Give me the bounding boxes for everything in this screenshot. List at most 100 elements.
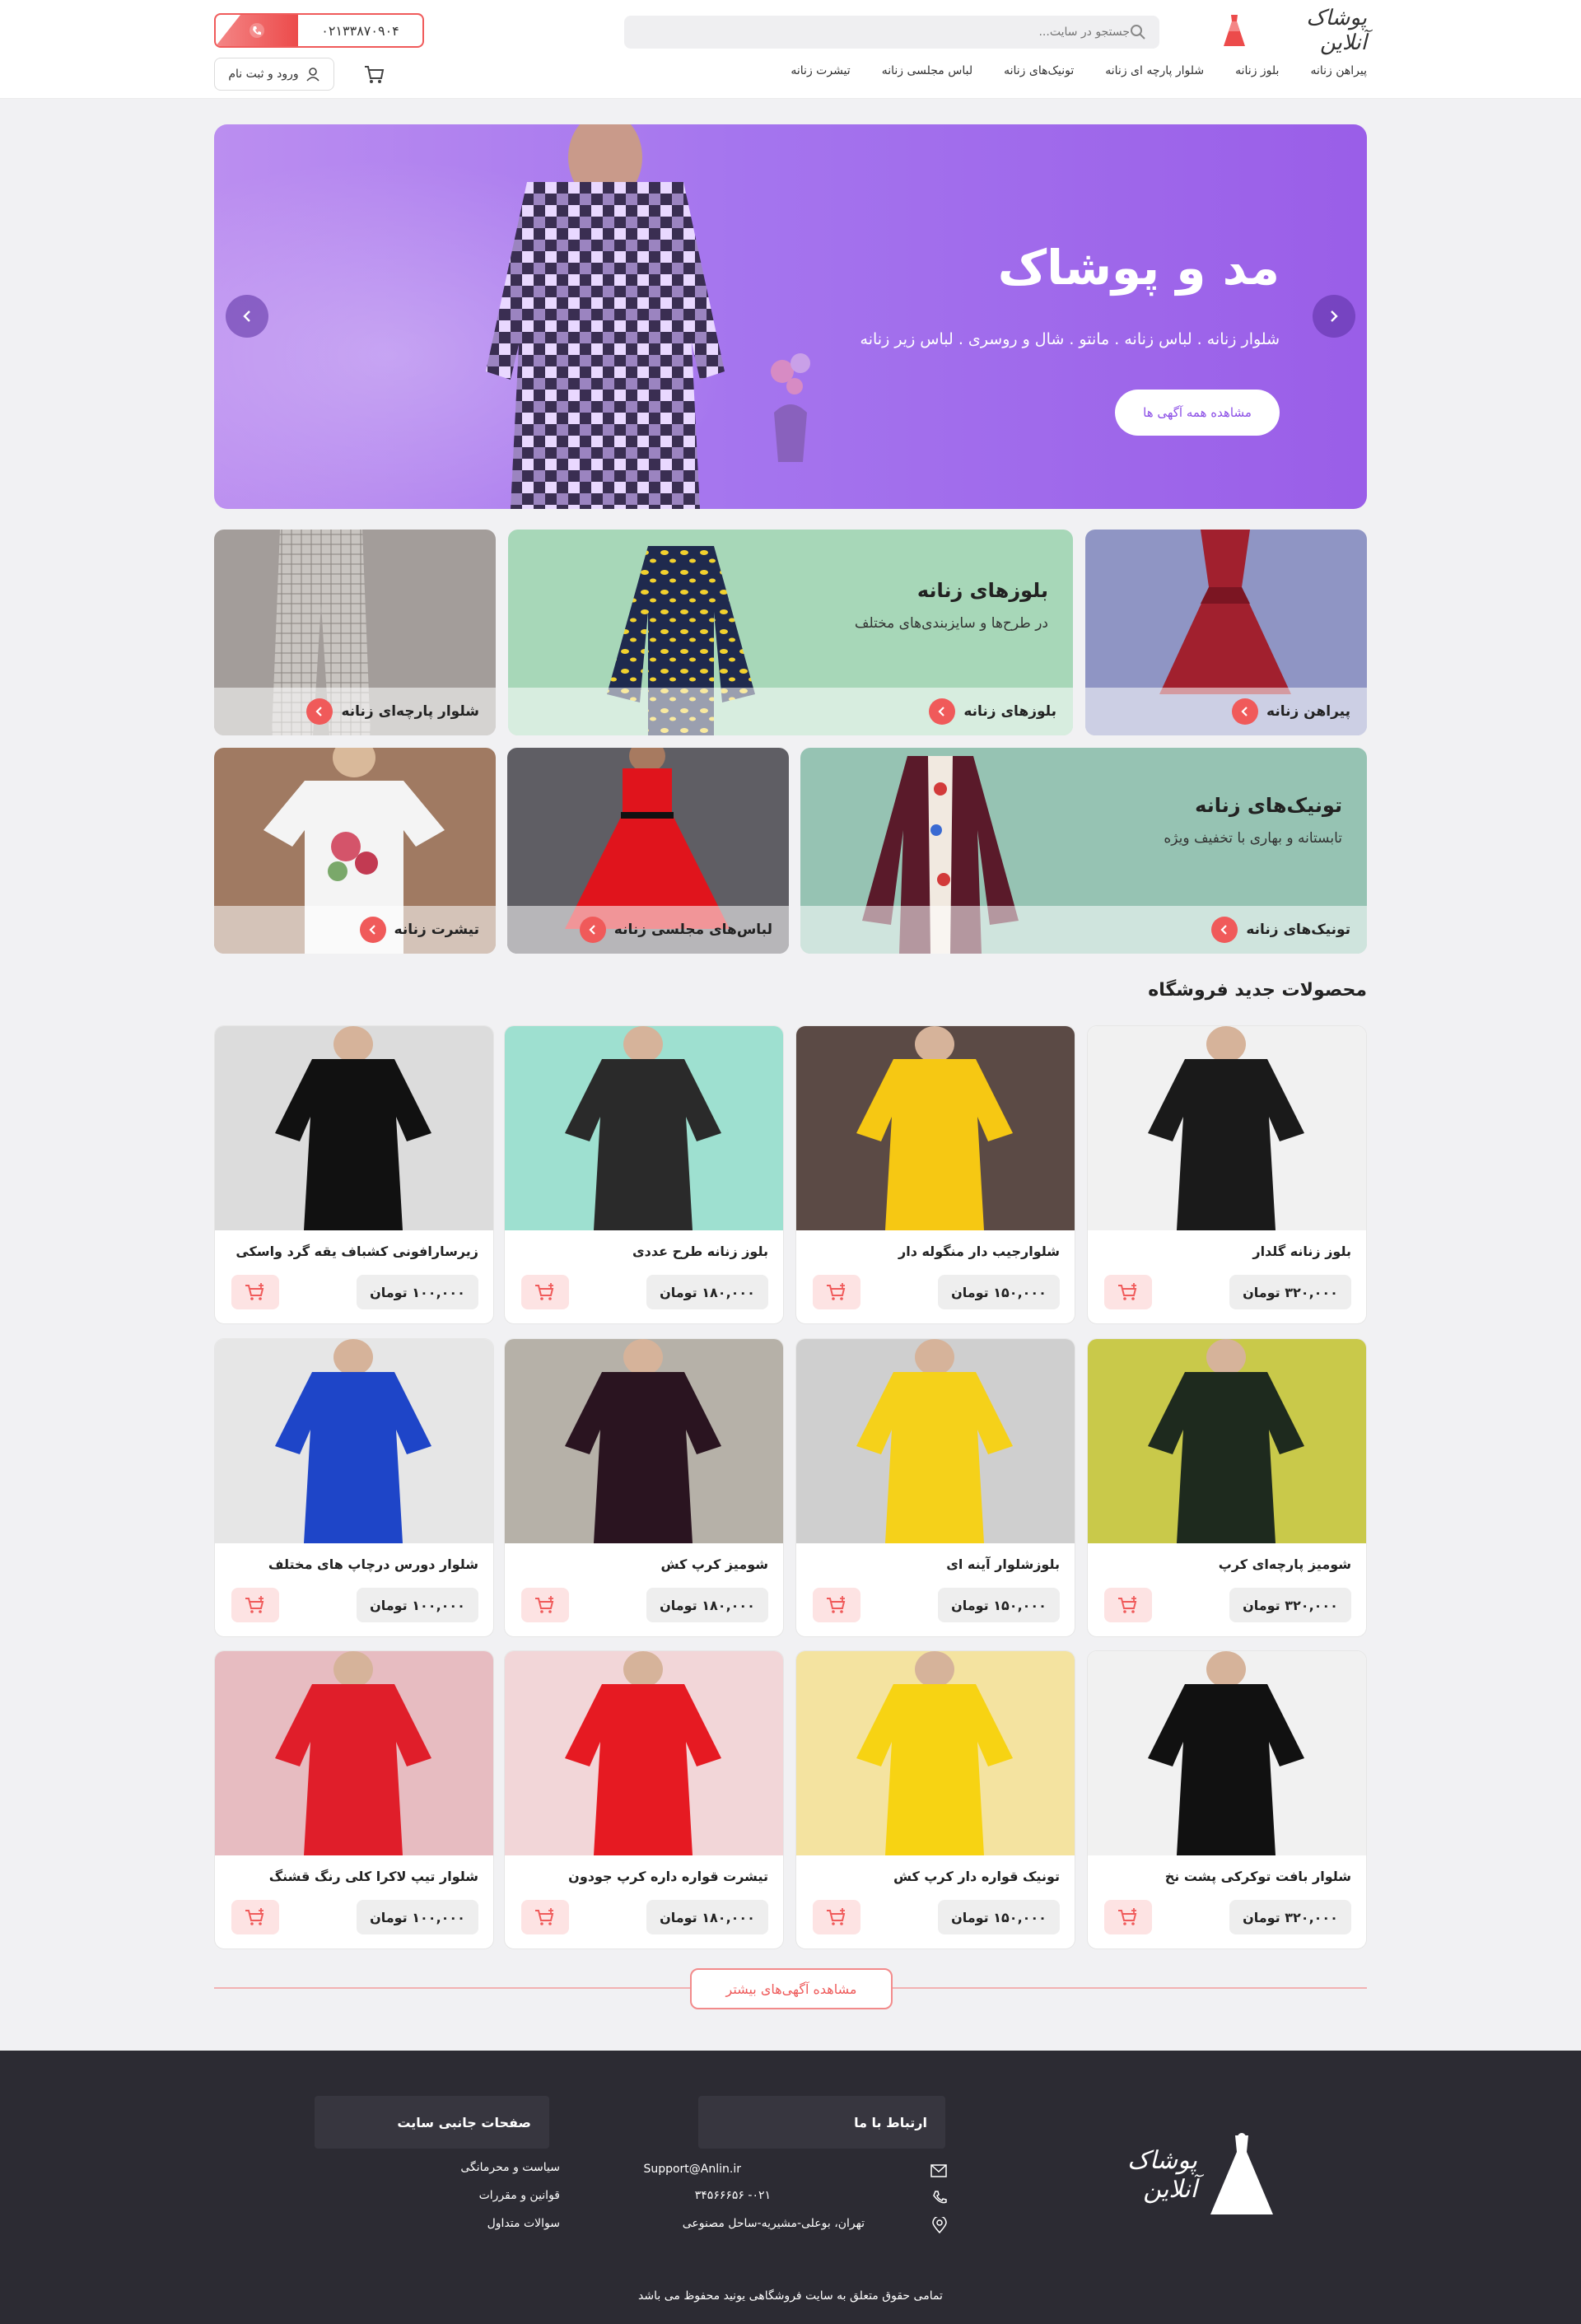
product-image[interactable]: [505, 1339, 783, 1543]
product-name[interactable]: شلوار دورس درچاپ های مختلف: [268, 1556, 478, 1572]
add-to-cart-button[interactable]: [813, 1275, 860, 1309]
category-bar: پیراهن زنانه: [1085, 688, 1367, 735]
add-to-cart-button[interactable]: [813, 1588, 860, 1622]
product-name[interactable]: شومیز کرپ کش: [660, 1556, 768, 1572]
dress-logo-icon: [1220, 13, 1248, 48]
nav-item-tunic[interactable]: تونیک‌های زنانه: [1004, 64, 1074, 77]
product-card[interactable]: زیرسارافونی کشباف یقه گرد واسکی ۱۰۰,۰۰۰ ت…: [214, 1025, 494, 1324]
add-to-cart-button[interactable]: [1104, 1275, 1152, 1309]
search-icon[interactable]: [1130, 24, 1146, 40]
product-name[interactable]: شومیز پارچه‌ای کرپ: [1219, 1556, 1351, 1572]
site-logo[interactable]: پوشاک آنلاین: [1220, 6, 1367, 55]
category-tile-party[interactable]: لباس‌های مجلسی زنانه: [507, 748, 789, 954]
product-name[interactable]: بلوز زنانه گلدار: [1252, 1244, 1351, 1259]
chevron-right-icon: [1326, 308, 1342, 324]
category-tile-blouse[interactable]: بلوزهای زنانه در طرح‌ها و سایزبندی‌های م…: [508, 530, 1073, 735]
product-name[interactable]: زیرسارافونی کشباف یقه گرد واسکی: [236, 1244, 478, 1259]
category-label: شلوار پارچه‌ای زنانه: [341, 703, 479, 720]
product-card[interactable]: شلوار تیپ لاکرا کلی رنگ قشنگ ۱۰۰,۰۰۰ توما…: [214, 1650, 494, 1949]
product-name[interactable]: تیشرت قواره داره کرپ جودون: [568, 1869, 768, 1884]
add-to-cart-button[interactable]: [231, 1900, 279, 1934]
footer-logo[interactable]: پوشاک آنلاین: [1087, 2130, 1276, 2220]
add-to-cart-button[interactable]: [521, 1275, 569, 1309]
cart-add-icon: [245, 1596, 266, 1614]
product-card[interactable]: تیشرت قواره داره کرپ جودون ۱۸۰,۰۰۰ تومان: [504, 1650, 784, 1949]
more-ads-button[interactable]: مشاهده آگهی‌های بیشتر: [690, 1968, 893, 2009]
product-name[interactable]: تونیک قواره دار کرپ کش: [893, 1869, 1060, 1884]
hero-model-image: [453, 124, 749, 509]
product-name[interactable]: شلوار بافت توکرکی پشت نخ: [1165, 1869, 1351, 1884]
footer-link-terms[interactable]: قوانین و مقررات: [479, 2189, 560, 2202]
cart-add-icon: [534, 1596, 556, 1614]
user-icon: [305, 67, 320, 82]
product-image[interactable]: [796, 1339, 1075, 1543]
contact-address-icon: [932, 2217, 947, 2233]
product-card[interactable]: شلوارجیب دار منگوله دار ۱۵۰,۰۰۰ تومان: [795, 1025, 1075, 1324]
product-card[interactable]: بلوز زنانه گلدار ۳۲۰,۰۰۰ تومان: [1087, 1025, 1367, 1324]
product-card[interactable]: شلوار بافت توکرکی پشت نخ ۳۲۰,۰۰۰ تومان: [1087, 1650, 1367, 1949]
product-name[interactable]: شلوارجیب دار منگوله دار: [898, 1244, 1060, 1259]
nav-item-pants[interactable]: شلوار پارچه ای زنانه: [1105, 64, 1204, 77]
product-card[interactable]: بلوز زنانه طرح عددی ۱۸۰,۰۰۰ تومان: [504, 1025, 784, 1324]
hero-subtitle: شلوار زنانه . لباس زنانه . مانتو . شال و…: [860, 330, 1280, 348]
product-card[interactable]: شومیز پارچه‌ای کرپ ۳۲۰,۰۰۰ تومان: [1087, 1338, 1367, 1637]
add-to-cart-button[interactable]: [521, 1900, 569, 1934]
add-to-cart-button[interactable]: [521, 1588, 569, 1622]
nav-item-party[interactable]: لباس مجلسی زنانه: [882, 64, 972, 77]
add-to-cart-button[interactable]: [231, 1588, 279, 1622]
category-tile-tunic[interactable]: تونیک‌های زنانه تابستانه و بهاری با تخفی…: [800, 748, 1367, 954]
hero-cta-button[interactable]: مشاهده همه آگهی ها: [1115, 390, 1280, 436]
product-price: ۱۰۰,۰۰۰ تومان: [357, 1900, 478, 1934]
product-price: ۳۲۰,۰۰۰ تومان: [1229, 1275, 1351, 1309]
product-name[interactable]: بلوز زنانه طرح عددی: [632, 1244, 768, 1259]
chevron-left-icon[interactable]: [579, 917, 606, 943]
product-name[interactable]: شلوار تیپ لاکرا کلی رنگ قشنگ: [269, 1869, 478, 1884]
search-input[interactable]: [637, 26, 1130, 39]
phone-box[interactable]: ۰۲۱۳۳۸۷۰۹۰۴: [214, 13, 424, 48]
contact-heading: ارتباط با ما: [698, 2096, 945, 2149]
hero-prev-arrow[interactable]: [226, 295, 268, 338]
cart-add-icon: [1117, 1596, 1139, 1614]
footer-link-faq[interactable]: سوالات متداول: [487, 2217, 560, 2230]
chevron-left-icon[interactable]: [1211, 917, 1238, 943]
product-price: ۱۵۰,۰۰۰ تومان: [938, 1275, 1060, 1309]
product-card[interactable]: شلوار دورس درچاپ های مختلف ۱۰۰,۰۰۰ تومان: [214, 1338, 494, 1637]
contact-phone[interactable]: ۰۲۱- ۳۴۵۶۶۶۵۶: [695, 2189, 771, 2202]
add-to-cart-button[interactable]: [1104, 1588, 1152, 1622]
product-image[interactable]: [215, 1339, 493, 1543]
product-name[interactable]: بلوزشلوار آینه ای: [946, 1556, 1060, 1572]
blouse-subtitle: در طرح‌ها و سایزبندی‌های مختلف: [854, 615, 1048, 632]
chevron-left-icon[interactable]: [359, 917, 386, 943]
nav-item-tshirt[interactable]: تیشرت زنانه: [790, 64, 850, 77]
product-image[interactable]: [505, 1651, 783, 1855]
chevron-left-icon[interactable]: [306, 698, 333, 725]
login-button[interactable]: ورود و ثبت نام: [214, 58, 334, 91]
product-card[interactable]: تونیک قواره دار کرپ کش ۱۵۰,۰۰۰ تومان: [795, 1650, 1075, 1949]
product-image[interactable]: [1088, 1651, 1366, 1855]
product-image[interactable]: [215, 1026, 493, 1230]
product-image[interactable]: [1088, 1026, 1366, 1230]
product-card[interactable]: بلوزشلوار آینه ای ۱۵۰,۰۰۰ تومان: [795, 1338, 1075, 1637]
contact-email[interactable]: Support@Anlin.ir: [643, 2163, 741, 2176]
add-to-cart-button[interactable]: [813, 1900, 860, 1934]
hero-next-arrow[interactable]: [1313, 295, 1355, 338]
category-tile-pants[interactable]: شلوار پارچه‌ای زنانه: [214, 530, 496, 735]
add-to-cart-button[interactable]: [231, 1275, 279, 1309]
category-bar: تیشرت زنانه: [214, 906, 496, 954]
category-tile-dress[interactable]: پیراهن زنانه: [1085, 530, 1367, 735]
contact-email-icon: [930, 2164, 947, 2177]
add-to-cart-button[interactable]: [1104, 1900, 1152, 1934]
cart-icon[interactable]: [362, 63, 385, 86]
chevron-left-icon[interactable]: [1232, 698, 1259, 725]
product-image[interactable]: [215, 1651, 493, 1855]
product-image[interactable]: [796, 1651, 1075, 1855]
product-image[interactable]: [1088, 1339, 1366, 1543]
footer-link-privacy[interactable]: سیاست و محرمانگی: [460, 2161, 560, 2174]
product-image[interactable]: [505, 1026, 783, 1230]
product-image[interactable]: [796, 1026, 1075, 1230]
chevron-left-icon[interactable]: [929, 698, 956, 725]
category-tile-tshirt[interactable]: تیشرت زنانه: [214, 748, 496, 954]
product-card[interactable]: شومیز کرپ کش ۱۸۰,۰۰۰ تومان: [504, 1338, 784, 1637]
nav-item-blouse[interactable]: بلوز زنانه: [1235, 64, 1279, 77]
nav-item-dress[interactable]: پیراهن زنانه: [1310, 64, 1367, 77]
